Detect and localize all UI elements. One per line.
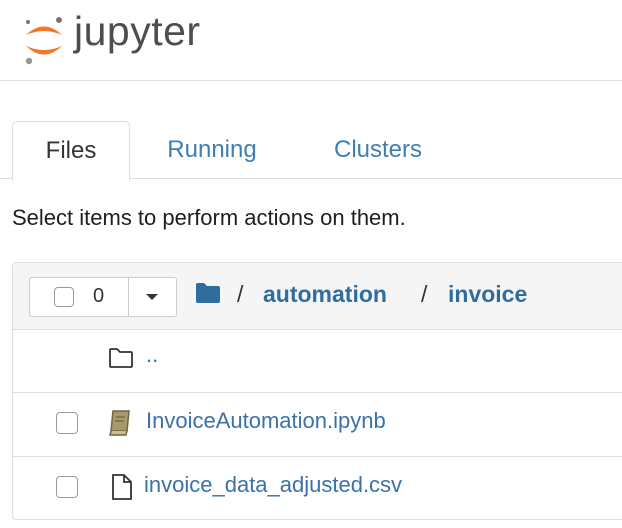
notebook-icon [109,410,130,436]
file-list-panel: 0 / automation / invoice .. InvoiceAutom… [12,262,622,520]
list-item[interactable]: InvoiceAutomation.ipynb [13,393,622,457]
file-list-header: 0 / automation / invoice [13,263,622,330]
breadcrumb-separator: / [421,281,428,307]
tab-files[interactable]: Files [12,121,130,181]
breadcrumb-invoice[interactable]: invoice [448,281,527,308]
folder-outline-icon [109,348,133,368]
logo-text[interactable]: jupyter [74,8,201,55]
tab-bar: Files Running Clusters [12,121,622,181]
row-checkbox[interactable] [56,476,78,498]
folder-icon[interactable] [195,282,221,304]
tab-running[interactable]: Running [152,121,272,179]
list-item[interactable]: invoice_data_adjusted.csv [13,457,622,521]
header-bar: jupyter [0,0,622,81]
file-name-parent[interactable]: .. [146,342,158,368]
select-all-dropdown[interactable]: 0 [29,277,177,317]
jupyter-logo-icon[interactable] [20,12,68,68]
dropdown-divider [128,278,129,316]
list-item[interactable]: .. [13,329,622,393]
breadcrumb-separator: / [237,281,244,307]
file-icon [112,474,132,500]
selected-count: 0 [93,285,105,307]
tab-clusters[interactable]: Clusters [316,121,440,179]
instruction-text: Select items to perform actions on them. [12,205,406,230]
breadcrumb-automation[interactable]: automation [263,281,387,308]
row-checkbox[interactable] [56,412,78,434]
caret-down-icon[interactable] [146,294,158,300]
select-all-checkbox[interactable] [54,287,74,307]
file-name-csv[interactable]: invoice_data_adjusted.csv [144,472,402,498]
file-name-notebook[interactable]: InvoiceAutomation.ipynb [146,408,386,434]
jupyter-file-browser: jupyter Files Running Clusters Select it… [0,0,622,528]
